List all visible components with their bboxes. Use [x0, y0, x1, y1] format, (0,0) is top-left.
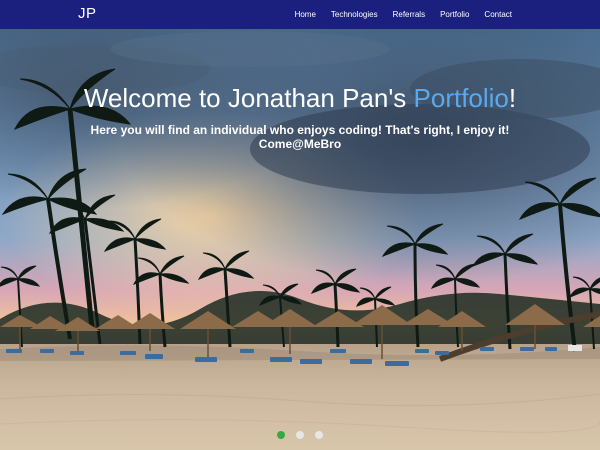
hero-subtitle: Here you will find an individual who enj…	[0, 123, 600, 151]
nav-links: Home Technologies Referrals Portfolio Co…	[280, 0, 512, 29]
nav-link-portfolio[interactable]: Portfolio	[440, 10, 469, 19]
navbar: JP Home Technologies Referrals Portfolio…	[0, 0, 600, 29]
hero-title: Welcome to Jonathan Pan's Portfolio!	[0, 83, 600, 114]
carousel-indicators	[0, 431, 600, 439]
brand-logo[interactable]: JP	[78, 5, 97, 22]
nav-link-contact[interactable]: Contact	[484, 10, 512, 19]
nav-link-technologies[interactable]: Technologies	[331, 10, 378, 19]
hero-subtitle-line1: Here you will find an individual who enj…	[90, 123, 510, 137]
carousel-indicator-1[interactable]	[277, 431, 285, 439]
hero-title-suffix: !	[508, 83, 517, 113]
hero-title-prefix: Welcome to Jonathan Pan's	[83, 83, 414, 113]
carousel-indicator-3[interactable]	[315, 431, 323, 439]
carousel-indicator-2[interactable]	[296, 431, 304, 439]
page: JP Home Technologies Referrals Portfolio…	[0, 0, 600, 450]
nav-link-home[interactable]: Home	[295, 10, 316, 19]
hero-title-accent: Portfolio	[413, 83, 509, 113]
hero-subtitle-line2: Come@MeBro	[258, 137, 342, 151]
nav-link-referrals[interactable]: Referrals	[393, 10, 425, 19]
